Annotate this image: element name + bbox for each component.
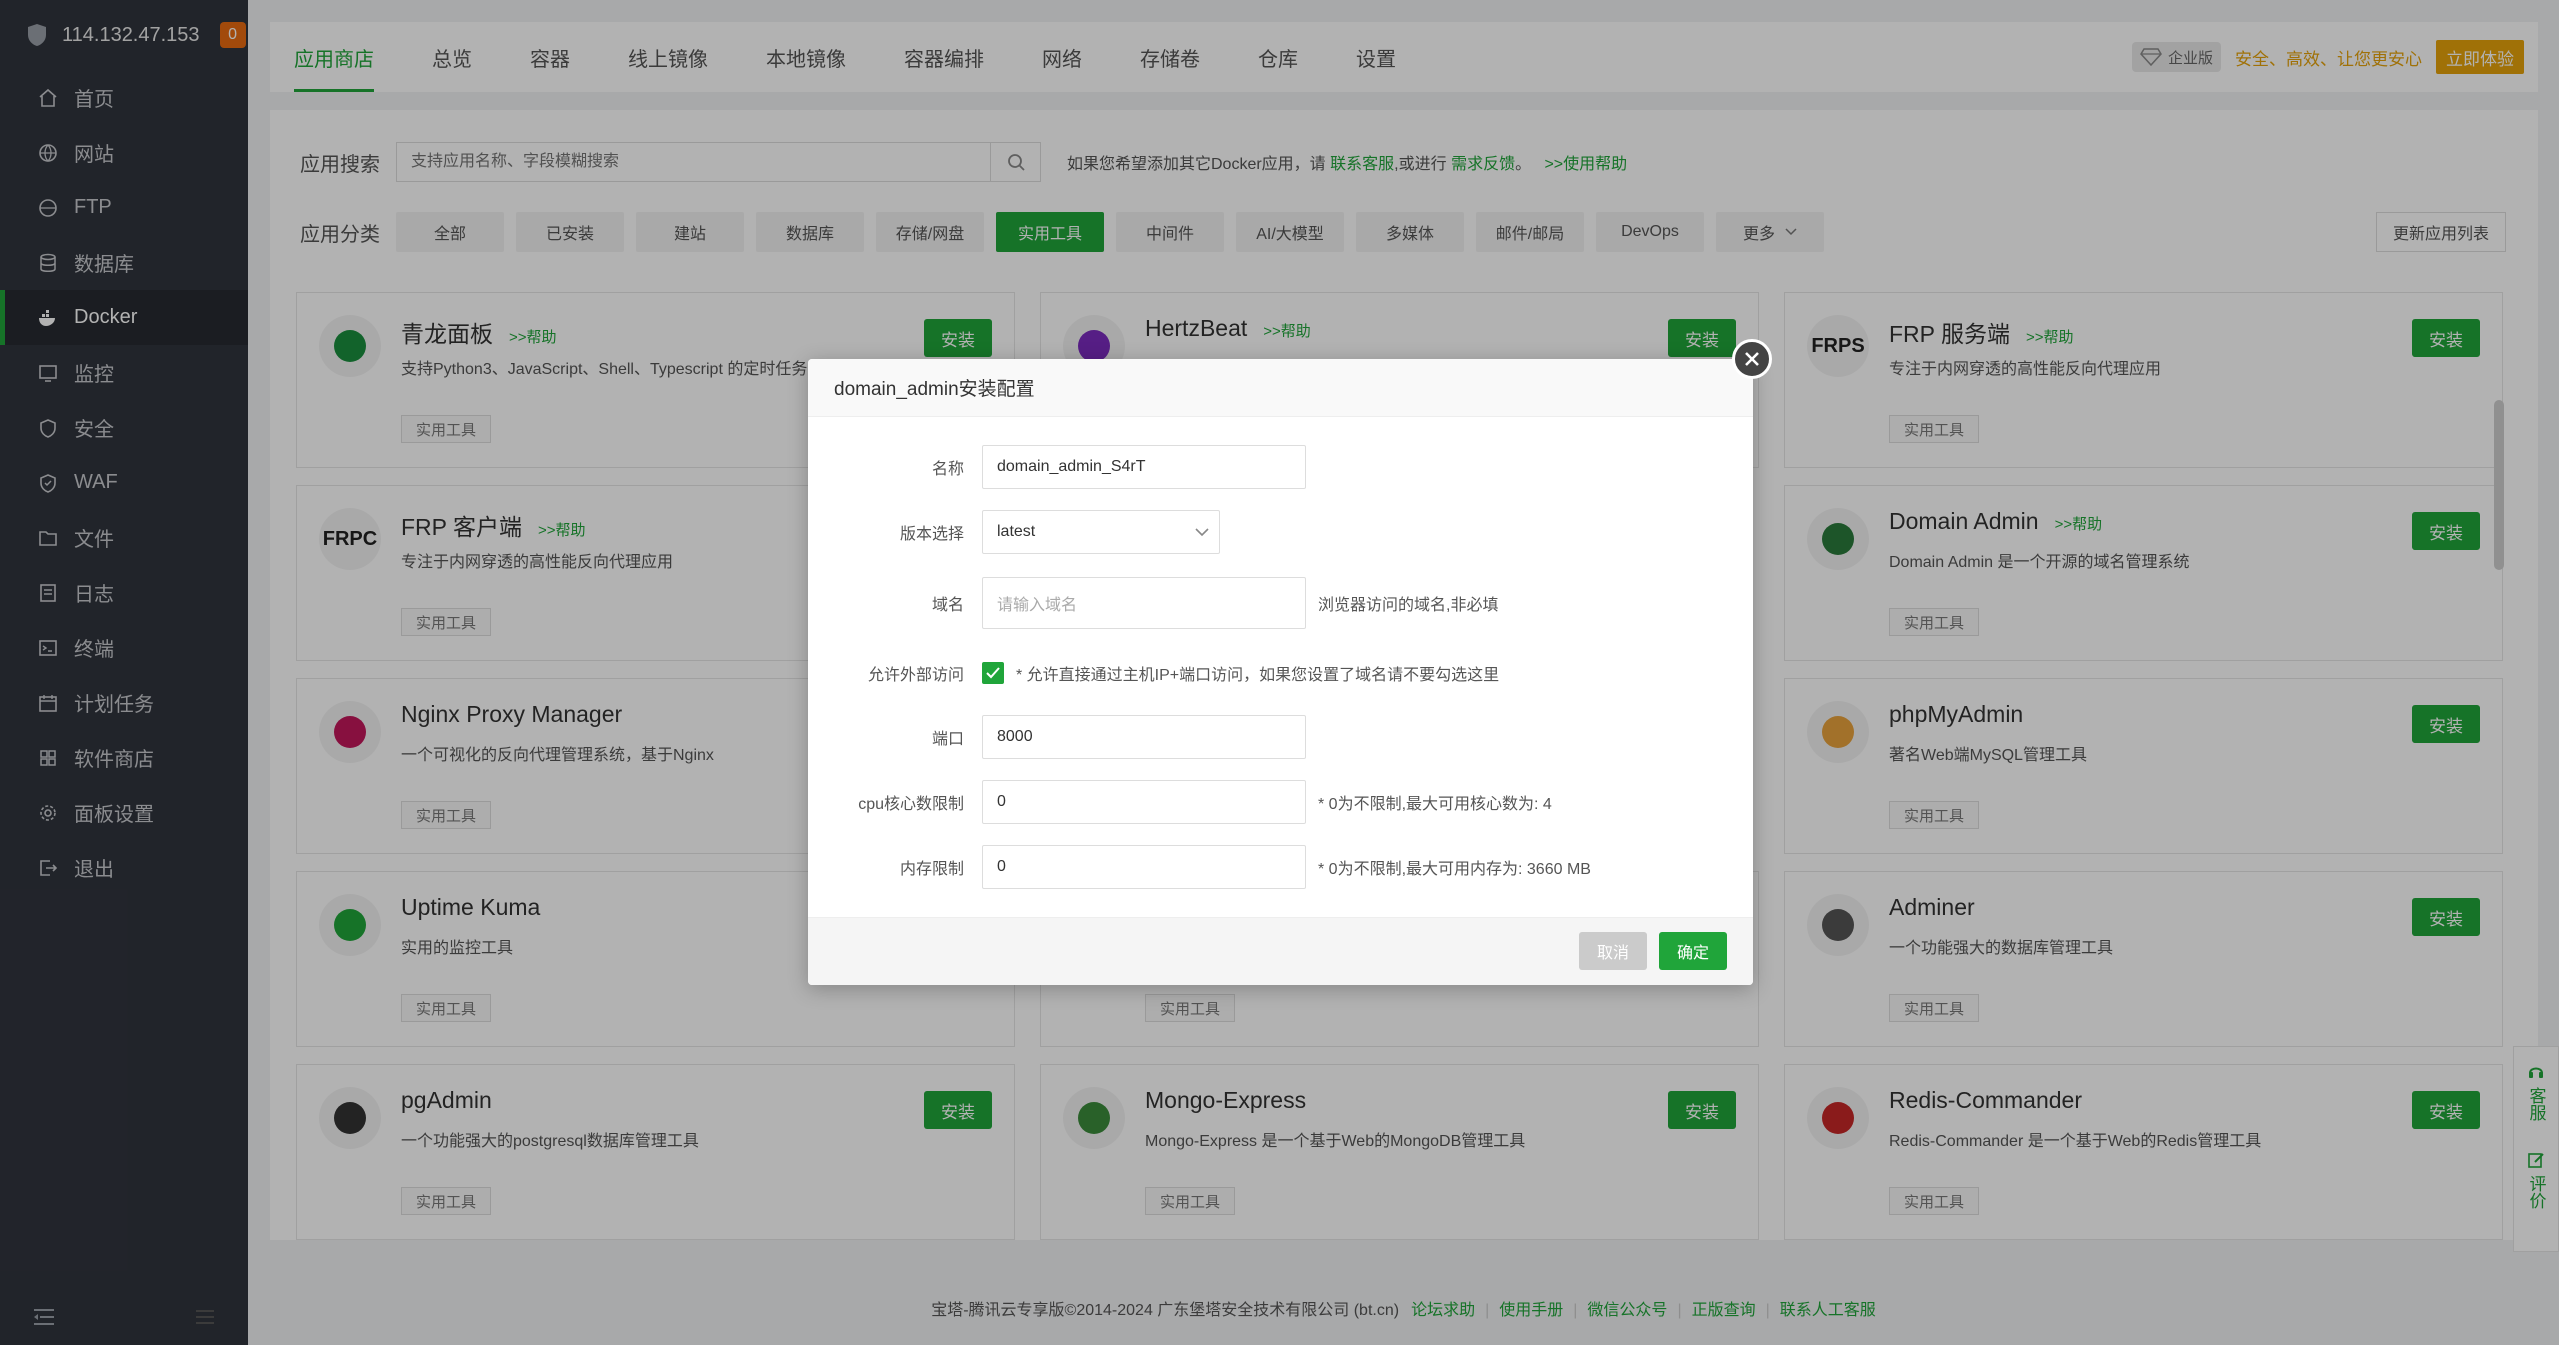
domain-note: 浏览器访问的域名,非必填 — [1318, 597, 1499, 614]
name-row: 名称 domain_admin_S4rT — [808, 445, 1306, 489]
domain-textarea[interactable]: 请输入域名 — [982, 577, 1306, 629]
cpu-label: cpu核心数限制 — [858, 796, 964, 813]
version-value: latest — [997, 523, 1036, 540]
memory-input[interactable]: 0 — [982, 845, 1306, 889]
memory-note: * 0为不限制,最大可用内存为: 3660 MB — [1318, 861, 1591, 878]
external-access-row: 允许外部访问 * 允许直接通过主机IP+端口访问，如果您设置了域名请不要勾选这里 — [808, 661, 1499, 685]
memory-row: 内存限制 0 * 0为不限制,最大可用内存为: 3660 MB — [808, 845, 1591, 889]
version-select[interactable]: latest — [982, 510, 1220, 554]
cancel-button[interactable]: 取消 — [1579, 932, 1647, 970]
port-row: 端口 8000 — [808, 715, 1306, 759]
memory-label: 内存限制 — [899, 861, 964, 878]
cpu-row: cpu核心数限制 0 * 0为不限制,最大可用核心数为: 4 — [808, 780, 1552, 824]
domain-label: 域名 — [931, 597, 964, 614]
external-access-label: 允许外部访问 — [867, 667, 964, 684]
name-input[interactable]: domain_admin_S4rT — [982, 445, 1306, 489]
port-label: 端口 — [931, 731, 964, 748]
chevron-down-icon — [1195, 528, 1209, 537]
version-row: 版本选择 latest — [808, 510, 1220, 554]
version-label: 版本选择 — [899, 526, 964, 543]
external-access-note: * 允许直接通过主机IP+端口访问，如果您设置了域名请不要勾选这里 — [1016, 667, 1500, 684]
close-icon — [1745, 352, 1759, 366]
cpu-input[interactable]: 0 — [982, 780, 1306, 824]
port-input[interactable]: 8000 — [982, 715, 1306, 759]
external-access-checkbox[interactable] — [982, 662, 1004, 684]
modal-footer: 取消 确定 — [808, 917, 1753, 985]
install-config-modal: domain_admin安装配置 名称 domain_admin_S4rT 版本… — [808, 339, 1772, 985]
modal-close-button[interactable] — [1732, 339, 1772, 379]
confirm-button[interactable]: 确定 — [1659, 932, 1727, 970]
modal-title: domain_admin安装配置 — [808, 359, 1753, 417]
cpu-note: * 0为不限制,最大可用核心数为: 4 — [1318, 796, 1552, 813]
name-label: 名称 — [931, 461, 964, 478]
domain-row: 域名 请输入域名 浏览器访问的域名,非必填 — [808, 577, 1498, 629]
check-icon — [986, 667, 1000, 679]
